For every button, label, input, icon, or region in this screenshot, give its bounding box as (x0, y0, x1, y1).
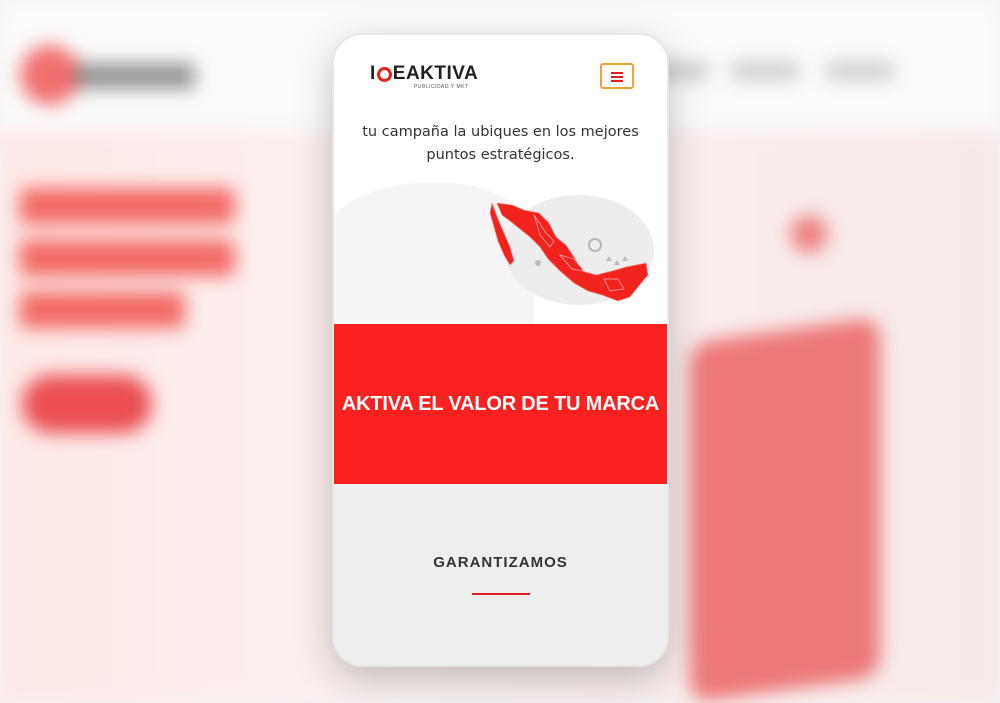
hamburger-menu-icon (611, 72, 623, 74)
logo-ring-icon (376, 67, 392, 82)
brand-name-end: EAKTIVA (392, 63, 479, 84)
intro-line: puntos estratégicos. (426, 147, 575, 163)
banner-title: AKTIVA EL VALOR DE TU MARCA (341, 392, 660, 415)
section-title: GARANTIZAMOS (433, 554, 568, 571)
guarantee-section: GARANTIZAMOS (334, 484, 667, 665)
brand-logo[interactable]: I EAKTIVA PUBLICIDAD Y MKT (370, 63, 478, 97)
map-section (334, 175, 667, 333)
intro-text: tu campaña la ubiques en los mejores pun… (334, 121, 667, 167)
title-divider (472, 593, 530, 595)
brand-name-start: I (370, 63, 376, 84)
background-headline-line (20, 240, 235, 276)
phone-mockup: I EAKTIVA PUBLICIDAD Y MKT tu campaña la … (334, 35, 667, 665)
brand-wordmark: I EAKTIVA (370, 63, 478, 85)
background-headline-line (20, 292, 185, 328)
brand-tagline: PUBLICIDAD Y MKT (414, 84, 469, 90)
intro-line: tu campaña la ubiques en los mejores (362, 124, 639, 140)
background-illustration (690, 316, 880, 703)
background-nav-item (825, 62, 895, 80)
hamburger-menu-icon (611, 80, 623, 82)
mexico-map-icon (489, 201, 649, 302)
background-decoration (790, 215, 828, 253)
brand-banner: AKTIVA EL VALOR DE TU MARCA (334, 324, 667, 484)
background-headline-line (20, 188, 235, 224)
background-logo (20, 45, 195, 105)
background-cta-button (22, 375, 152, 433)
hamburger-menu-icon (611, 76, 623, 78)
mobile-header: I EAKTIVA PUBLICIDAD Y MKT (334, 35, 667, 117)
background-nav-item (730, 62, 800, 80)
hamburger-menu-button[interactable] (600, 63, 634, 89)
